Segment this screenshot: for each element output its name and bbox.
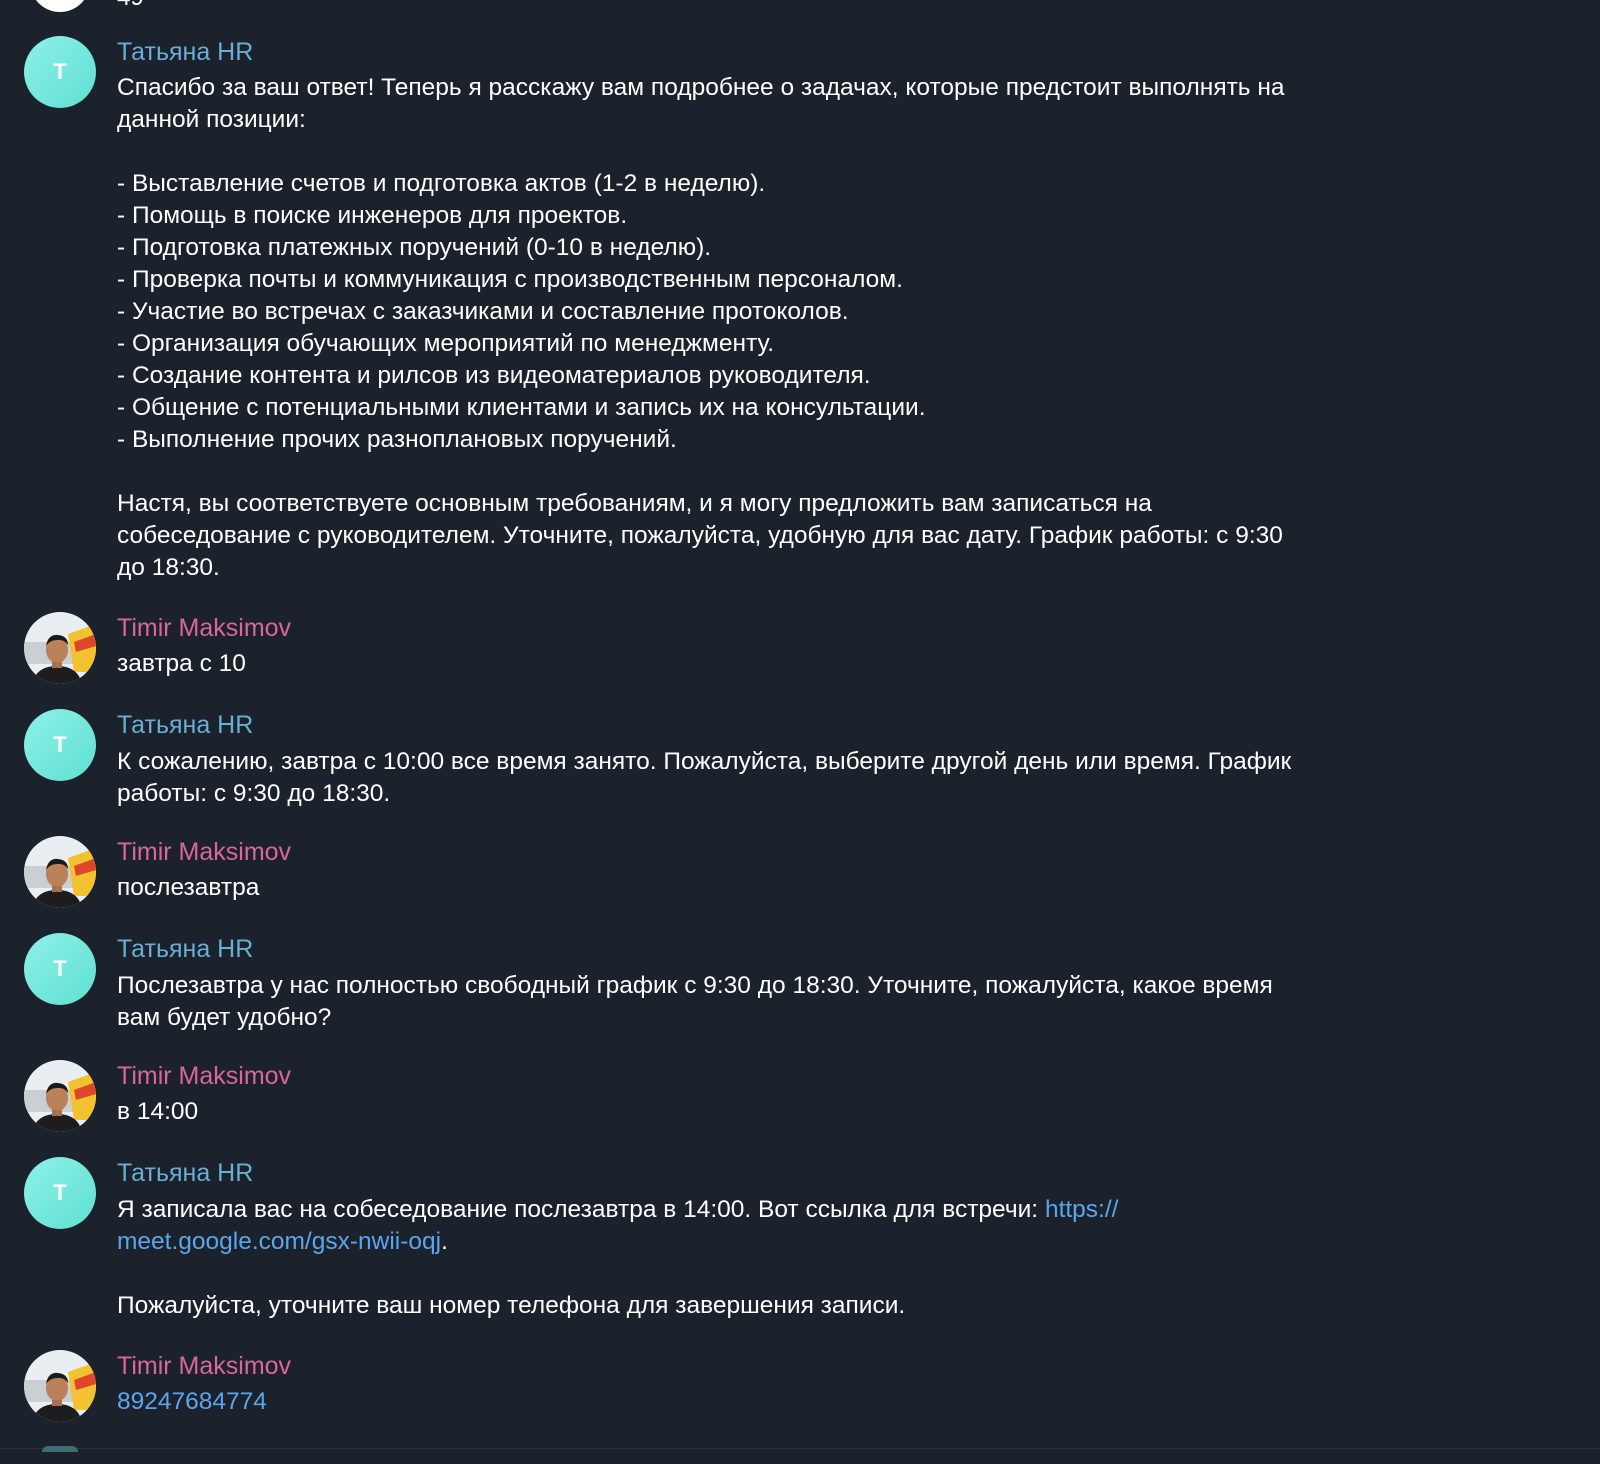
sender-name[interactable]: Татьяна HR: [117, 710, 253, 740]
message-line: данной позиции:: [117, 106, 306, 133]
message-body: в 14:00: [117, 1096, 1437, 1128]
message-line: в 14:00: [117, 1098, 199, 1125]
message-body: завтра с 10: [117, 648, 1437, 680]
message-line: Я записала вас на собеседование послезав…: [117, 1194, 1437, 1226]
message-body: К сожалению, завтра с 10:00 все время за…: [117, 746, 1437, 810]
message-line: собеседование с руководителем. Уточните,…: [117, 522, 1283, 549]
message-line: послезавтра: [117, 874, 260, 901]
user-photo-icon: [24, 612, 96, 684]
avatar-tatiana[interactable]: Т: [24, 36, 96, 108]
message-line: Спасибо за ваш ответ! Теперь я расскажу …: [117, 74, 1285, 101]
message-line: - Подготовка платежных поручений (0-10 в…: [117, 234, 712, 261]
message-body: 89247684774: [117, 1386, 1437, 1418]
divider: [0, 1448, 1600, 1449]
avatar-letter: Т: [53, 732, 67, 757]
sender-name[interactable]: Timir Maksimov: [117, 1351, 291, 1381]
message-line: - Общение с потенциальными клиентами и з…: [117, 394, 926, 421]
avatar: [42, 1446, 78, 1452]
message-line: - Выставление счетов и подготовка актов …: [117, 170, 766, 197]
avatar-letter: Т: [53, 1180, 67, 1205]
avatar[interactable]: [30, 0, 90, 12]
message-body: Я записала вас на собеседование послезав…: [117, 1194, 1437, 1322]
message-line: 89247684774: [117, 1386, 1437, 1418]
message-line: - Создание контента и рилсов из видеомат…: [117, 362, 871, 389]
user-photo-icon: [24, 836, 96, 908]
avatar-timir[interactable]: [24, 836, 96, 908]
sender-name[interactable]: Timir Maksimov: [117, 837, 291, 867]
sender-name[interactable]: Татьяна HR: [117, 934, 253, 964]
message-line: - Выполнение прочих разноплановых поруче…: [117, 426, 677, 453]
sender-name[interactable]: Timir Maksimov: [117, 613, 291, 643]
message-line: до 18:30.: [117, 554, 220, 581]
message-text: .: [441, 1228, 448, 1255]
avatar-letter: Т: [53, 956, 67, 981]
message-line: meet.google.com/gsx-nwii-oqj.: [117, 1226, 1437, 1258]
message-text: Я записала вас на собеседование послезав…: [117, 1196, 1045, 1223]
message-line: Настя, вы соответствуете основным требов…: [117, 490, 1152, 517]
avatar-tatiana[interactable]: Т: [24, 709, 96, 781]
message-line: Послезавтра у нас полностью свободный гр…: [117, 972, 1273, 999]
avatar-timir[interactable]: [24, 1060, 96, 1132]
message-line: К сожалению, завтра с 10:00 все время за…: [117, 748, 1292, 775]
message-body: Послезавтра у нас полностью свободный гр…: [117, 970, 1437, 1034]
message-line: - Участие во встречах с заказчиками и со…: [117, 298, 849, 325]
message-body: послезавтра: [117, 872, 1437, 904]
message-line: вам будет удобно?: [117, 1004, 332, 1031]
message-line: - Помощь в поиске инженеров для проектов…: [117, 202, 628, 229]
message-line: завтра с 10: [117, 650, 246, 677]
avatar-tatiana[interactable]: Т: [24, 933, 96, 1005]
meeting-link[interactable]: meet.google.com/gsx-nwii-oqj: [117, 1228, 441, 1255]
phone-link[interactable]: 89247684774: [117, 1388, 267, 1415]
message-line: работы: с 9:30 до 18:30.: [117, 780, 391, 807]
meeting-link[interactable]: https://: [1045, 1196, 1119, 1223]
user-photo-icon: [24, 1060, 96, 1132]
message-line: Пожалуйста, уточните ваш номер телефона …: [117, 1292, 906, 1319]
sender-name[interactable]: Татьяна HR: [117, 37, 253, 67]
message-body: Спасибо за ваш ответ! Теперь я расскажу …: [117, 72, 1437, 584]
avatar-tatiana[interactable]: Т: [24, 1157, 96, 1229]
message-line: - Проверка почты и коммуникация с произв…: [117, 266, 903, 293]
sender-name[interactable]: Timir Maksimov: [117, 1061, 291, 1091]
message-line: - Организация обучающих мероприятий по м…: [117, 330, 775, 357]
message-text: 49: [117, 0, 144, 14]
avatar-timir[interactable]: [24, 1350, 96, 1422]
user-photo-icon: [24, 1350, 96, 1422]
avatar-timir[interactable]: [24, 612, 96, 684]
sender-name[interactable]: Татьяна HR: [117, 1158, 253, 1188]
chat-history: 49 Т Татьяна HR Спасибо за ваш ответ! Те…: [0, 0, 1600, 1450]
avatar-letter: Т: [53, 59, 67, 84]
